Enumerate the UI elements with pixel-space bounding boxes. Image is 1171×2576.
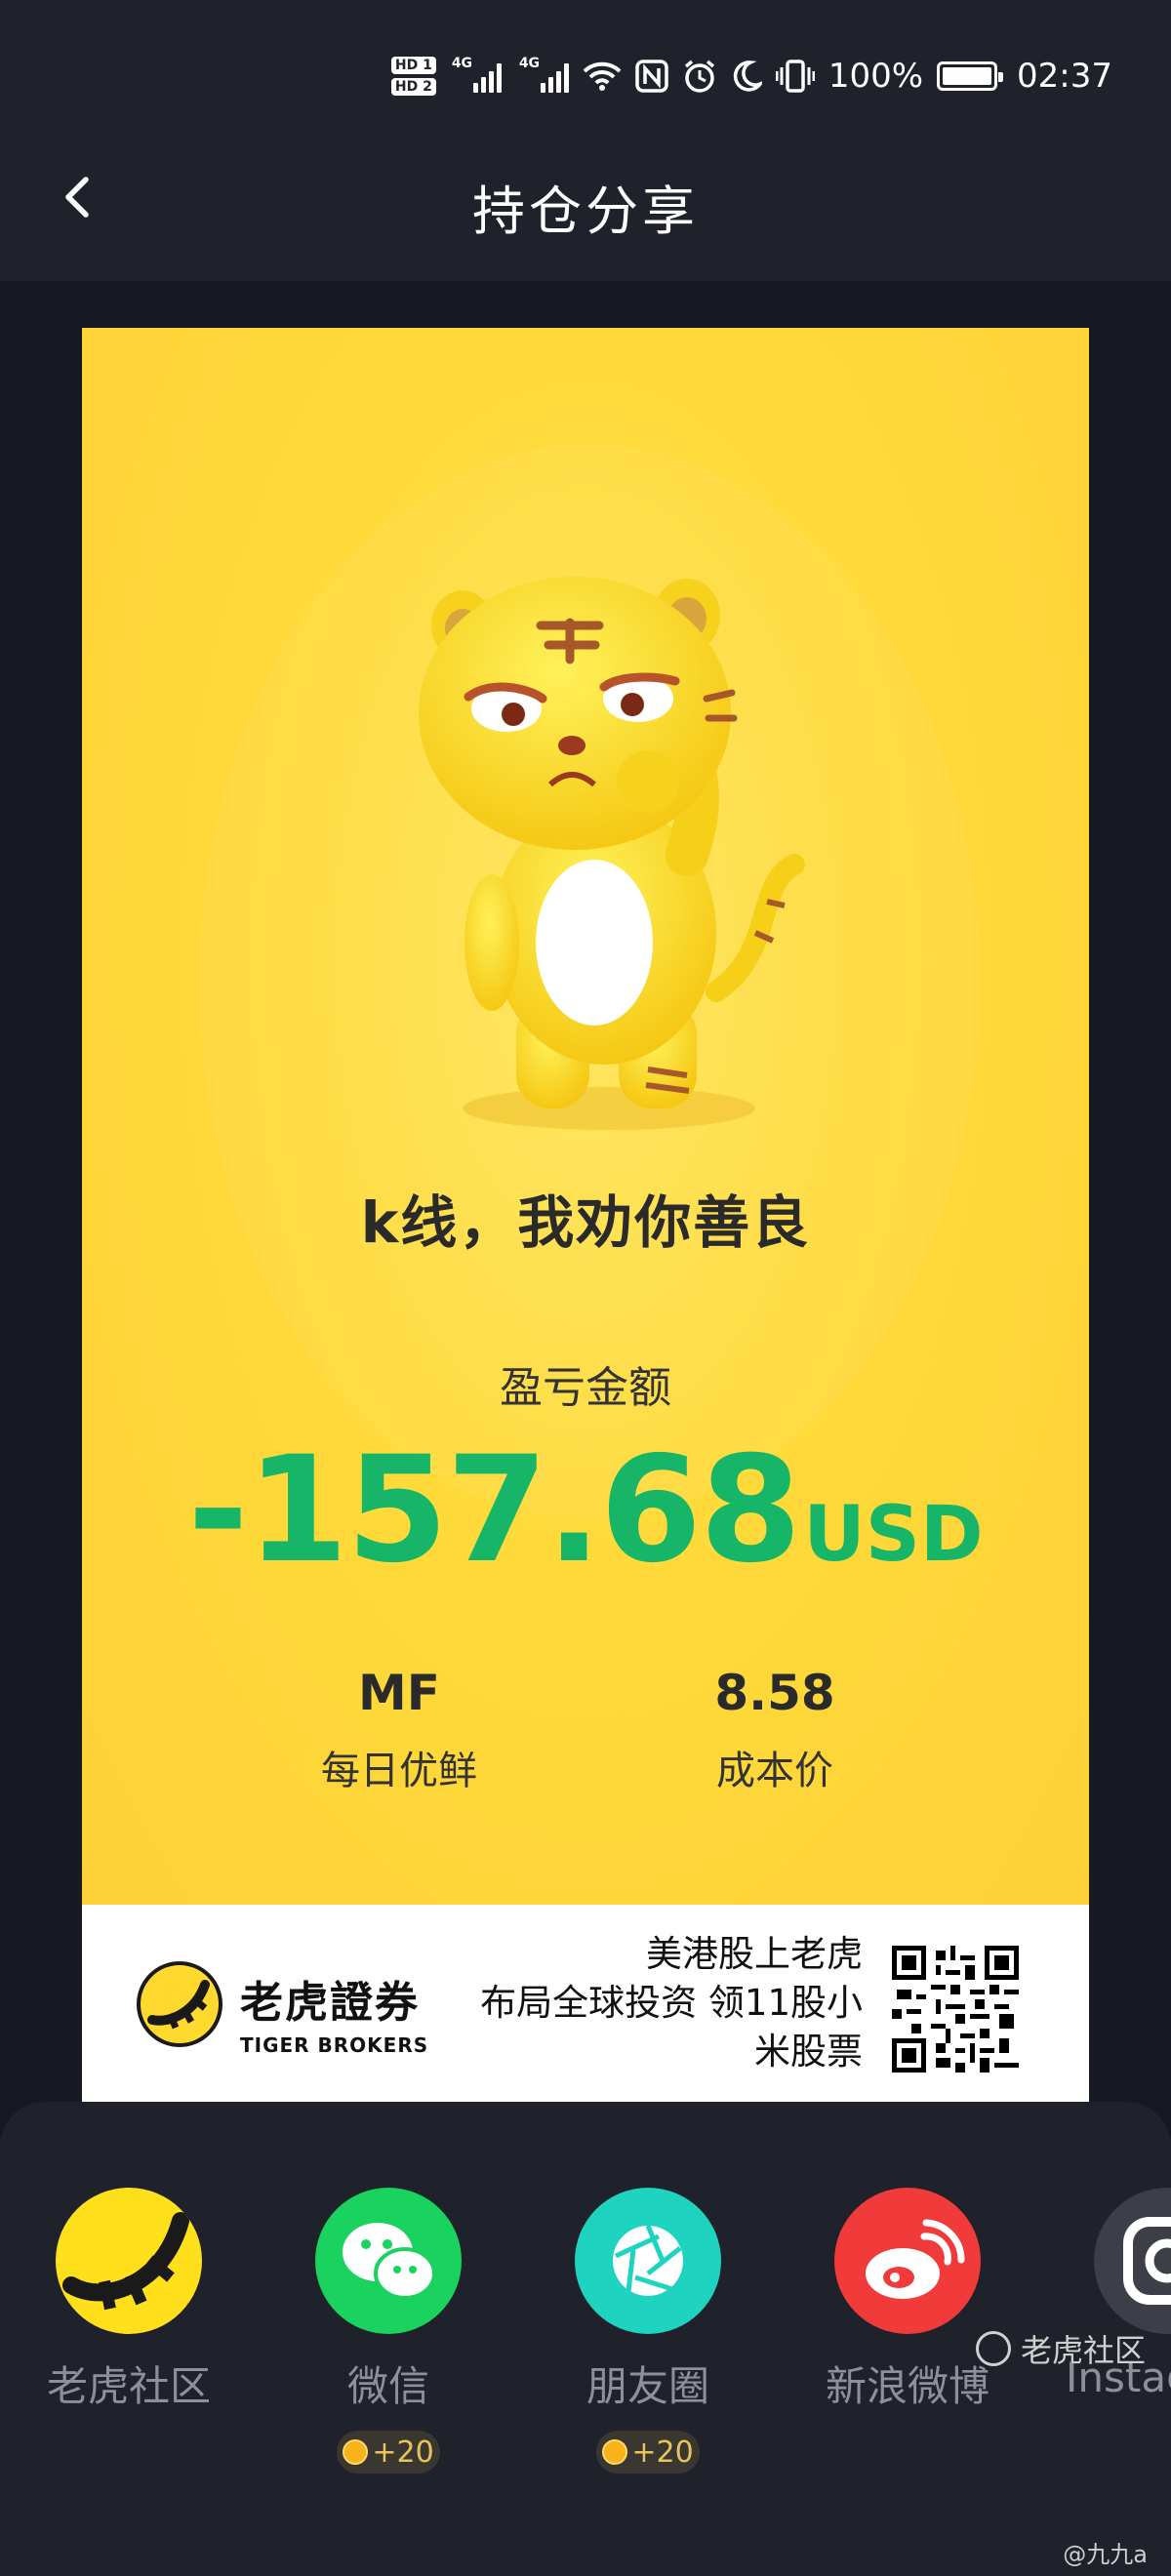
weibo-icon xyxy=(834,2188,981,2334)
pl-value: -157.68 xyxy=(187,1426,801,1595)
brand-name: 老虎證券 TIGER BROKERS xyxy=(240,1967,428,2057)
signal-icon: 4G xyxy=(452,56,502,93)
share-label: 老虎社区 xyxy=(46,2362,211,2410)
coin-icon xyxy=(343,2439,369,2465)
wifi-icon xyxy=(583,61,622,91)
network-type-2: 4G xyxy=(518,56,541,71)
share-moments[interactable]: 朋友圈 +20 xyxy=(541,2188,755,2474)
stock-ticker-stat: MF 每日优鲜 xyxy=(223,1665,575,1795)
instagram-icon xyxy=(1094,2188,1171,2334)
position-share-card: k线，我劝你善良 盈亏金额 -157.68USD MF 每日优鲜 8.58 成本… xyxy=(82,328,1089,1905)
wechat-icon xyxy=(315,2188,462,2334)
tiger-community-watermark-icon xyxy=(975,2331,1011,2366)
share-weibo[interactable]: 新浪微博 xyxy=(800,2188,1015,2413)
clock: 02:37 xyxy=(1017,57,1112,96)
brand-name-en: TIGER BROKERS xyxy=(240,2033,429,2057)
cost-price-label: 成本价 xyxy=(716,1749,833,1793)
brand-name-cn: 老虎證券 xyxy=(240,1978,420,2028)
ticker-label: 每日优鲜 xyxy=(321,1749,477,1793)
coin-reward-amount: +20 xyxy=(372,2435,434,2470)
promo-message: 美港股上老虎 布局全球投资 领11股小 米股票 xyxy=(453,1930,863,2076)
share-position-screen: HD 1 HD 2 4G 4G 100% 02:37 持仓分享 k线，我劝你善良… xyxy=(0,0,1171,2576)
cost-price-value: 8.58 xyxy=(714,1665,835,1721)
brand-promo-bar: 老虎證券 TIGER BROKERS 美港股上老虎 布局全球投资 领11股小 米… xyxy=(82,1905,1089,2102)
coin-reward-badge: +20 xyxy=(596,2431,700,2474)
page-title: 持仓分享 xyxy=(472,181,699,242)
hd2-label: HD 2 xyxy=(390,78,436,96)
status-bar: HD 1 HD 2 4G 4G 100% 02:37 xyxy=(0,0,1171,117)
hd-indicator: HD 1 HD 2 xyxy=(390,57,436,96)
watermark: 老虎社区 xyxy=(975,2326,1146,2371)
qr-code xyxy=(892,1946,1019,2073)
watermark-username: @九九a xyxy=(1063,2541,1148,2568)
share-label: 朋友圈 xyxy=(586,2362,709,2410)
app-bar: 持仓分享 xyxy=(0,117,1171,281)
promo-line-2: 布局全球投资 领11股小 xyxy=(480,1982,863,2024)
cost-price-stat: 8.58 成本价 xyxy=(599,1665,950,1795)
alarm-icon xyxy=(684,60,714,93)
share-label: 微信 xyxy=(346,2362,429,2410)
nfc-icon xyxy=(635,60,668,93)
tiger-brokers-logo-icon xyxy=(137,1961,222,2047)
promo-line-3: 米股票 xyxy=(754,2031,863,2073)
coin-reward-amount: +20 xyxy=(631,2435,694,2470)
moments-icon xyxy=(575,2188,721,2334)
watermark-text: 老虎社区 xyxy=(1020,2332,1146,2369)
signal-icon: 4G xyxy=(519,56,569,93)
tiger-mascot-illustration xyxy=(419,577,805,1130)
coin-icon xyxy=(602,2439,628,2465)
share-wechat[interactable]: 微信 +20 xyxy=(281,2188,496,2474)
pl-amount: -157.68USD xyxy=(82,1426,1089,1595)
hd1-label: HD 1 xyxy=(390,57,436,74)
moon-icon xyxy=(733,60,762,92)
coin-reward-badge: +20 xyxy=(337,2431,440,2474)
network-type-1: 4G xyxy=(451,56,473,71)
battery-icon xyxy=(937,61,1004,91)
battery-percent: 100% xyxy=(828,57,924,96)
share-tiger-community[interactable]: 老虎社区 xyxy=(21,2188,236,2413)
vibrate-icon xyxy=(775,60,815,93)
promo-line-1: 美港股上老虎 xyxy=(646,1933,863,1975)
ticker-value: MF xyxy=(358,1665,440,1721)
tiger-community-icon xyxy=(56,2188,202,2334)
slogan-text: k线，我劝你善良 xyxy=(360,1189,811,1256)
pl-label: 盈亏金额 xyxy=(500,1363,671,1413)
pl-currency: USD xyxy=(803,1491,984,1579)
